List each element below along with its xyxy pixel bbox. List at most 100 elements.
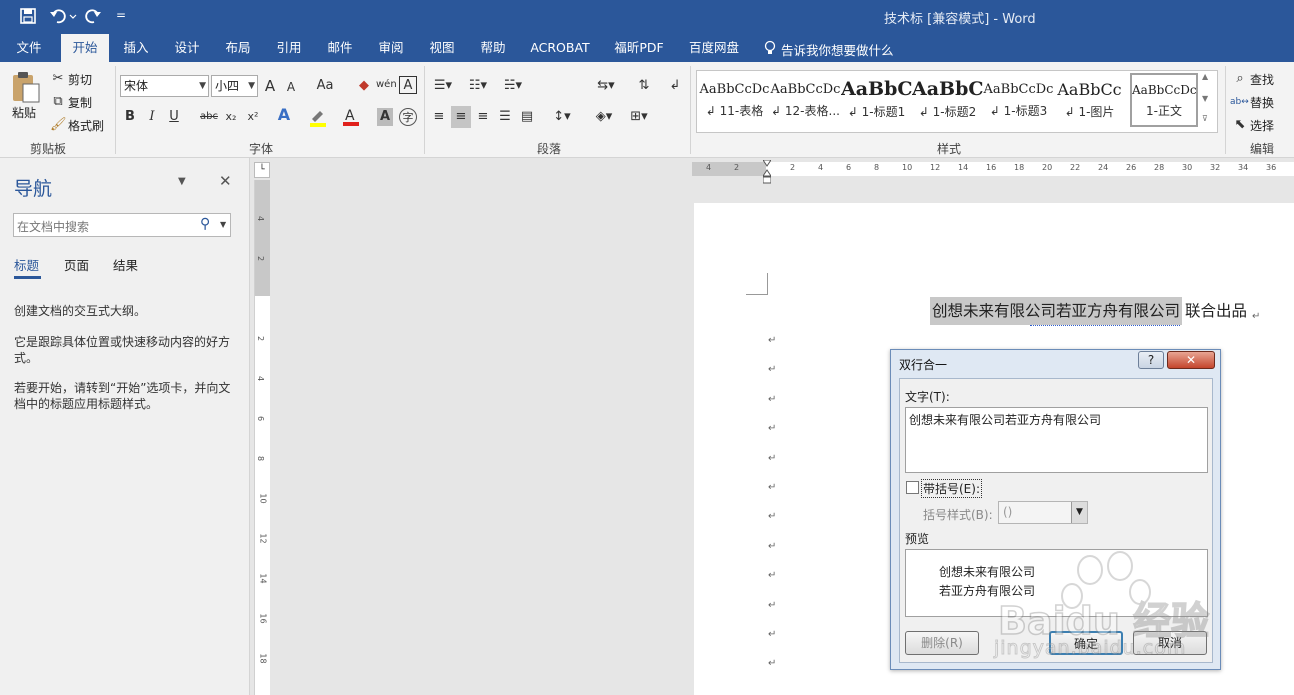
bullets-icon[interactable]: ☰▾	[430, 77, 456, 95]
numbering-icon[interactable]: ☷▾	[465, 77, 491, 95]
tab-file[interactable]: 文件	[6, 34, 52, 62]
style-item[interactable]: AaBbCcDc ↲ 12-表格...	[770, 72, 841, 129]
nav-options-icon[interactable]: ▼	[178, 176, 186, 187]
ruler-number: 2	[256, 335, 266, 342]
bold-button[interactable]: B	[122, 108, 138, 126]
styles-scroll-up-icon[interactable]: ▲	[1202, 72, 1208, 81]
tab-foxit-pdf[interactable]: 福昕PDF	[606, 34, 672, 62]
format-painter-icon: 🖌	[50, 117, 67, 132]
close-icon[interactable]: ✕	[219, 172, 232, 190]
dialog-close-button[interactable]: ✕	[1167, 351, 1215, 369]
ok-button-label: 确定	[1073, 637, 1098, 651]
paste-icon[interactable]	[10, 70, 42, 104]
text-effects-icon[interactable]: A	[276, 106, 292, 124]
font-color-icon[interactable]: A	[342, 107, 360, 127]
clear-format-icon[interactable]: ◆	[355, 77, 373, 95]
tab-review[interactable]: 审阅	[368, 34, 414, 62]
redo-icon[interactable]	[84, 7, 102, 25]
strikethrough-button[interactable]: abc	[198, 108, 220, 126]
enclose-char-icon[interactable]: 字	[399, 108, 417, 126]
bracket-checkbox[interactable]	[906, 481, 919, 494]
italic-button[interactable]: I	[144, 108, 160, 126]
cut-button[interactable]: 剪切	[68, 71, 92, 88]
tab-mailings[interactable]: 邮件	[317, 34, 363, 62]
tab-insert[interactable]: 插入	[113, 34, 159, 62]
superscript-button[interactable]: x²	[244, 108, 262, 126]
style-item-selected[interactable]: AaBbCcDc 1-正文	[1130, 73, 1198, 127]
chevron-down-icon[interactable]: ▼	[220, 220, 226, 229]
chevron-down-icon[interactable]: ▼	[1071, 502, 1087, 523]
align-right-icon[interactable]: ≡	[474, 108, 492, 126]
char-border-icon[interactable]: A	[399, 76, 417, 94]
tab-help[interactable]: 帮助	[470, 34, 516, 62]
undo-icon[interactable]	[49, 7, 77, 25]
highlight-color-icon[interactable]	[308, 107, 328, 127]
align-left-icon[interactable]: ≡	[430, 108, 448, 126]
ok-button[interactable]: 确定	[1049, 631, 1123, 655]
align-center-icon[interactable]: ≡	[451, 106, 471, 128]
grow-font-icon[interactable]: A	[262, 77, 278, 95]
tab-view[interactable]: 视图	[419, 34, 465, 62]
show-marks-icon[interactable]: ↲	[667, 77, 683, 95]
nav-tab-results[interactable]: 结果	[113, 255, 138, 274]
tab-design[interactable]: 设计	[164, 34, 210, 62]
selected-text[interactable]: 创想未来有限公司若亚方舟有限公司	[930, 297, 1183, 325]
nav-tab-pages[interactable]: 页面	[64, 255, 89, 274]
style-item[interactable]: AaBbCcDc ↲ 1-标题3	[983, 72, 1054, 129]
style-item[interactable]: AaBbC ↲ 1-标题1	[841, 72, 912, 129]
subscript-button[interactable]: x₂	[222, 108, 240, 126]
change-case-icon[interactable]: Aa	[311, 77, 339, 95]
style-item[interactable]: AaBbCc ↲ 1-图片	[1054, 72, 1125, 129]
sort-icon[interactable]: ⇅	[634, 77, 654, 95]
find-button[interactable]: 查找	[1250, 71, 1274, 88]
combine-characters-dialog[interactable]: 双行合一 ? ✕ 文字(T): 创想未来有限公司若亚方舟有限公司 带括号(E):…	[890, 349, 1221, 670]
style-item[interactable]: AaBbCcDc ↲ 11-表格	[699, 72, 770, 129]
shrink-font-icon[interactable]: A	[284, 78, 298, 96]
replace-button[interactable]: 替换	[1250, 94, 1274, 111]
nav-search-box[interactable]: 在文档中搜索 ⚲ ▼	[13, 213, 231, 237]
cancel-button[interactable]: 取消	[1133, 631, 1207, 655]
nav-tab-headings[interactable]: 标题	[14, 255, 39, 274]
paragraph-mark: ↵	[768, 658, 777, 670]
customize-qat-icon[interactable]: =	[116, 8, 126, 22]
tab-stop-selector[interactable]: └	[254, 162, 270, 178]
search-input[interactable]: 在文档中搜索	[17, 218, 89, 235]
select-button[interactable]: 选择	[1250, 117, 1274, 134]
ruler-number: 14	[258, 573, 268, 584]
bracket-style-select[interactable]: () ▼	[998, 501, 1088, 524]
borders-icon[interactable]: ⊞▾	[626, 108, 652, 126]
tab-baidu-netdisk[interactable]: 百度网盘	[682, 34, 746, 62]
save-icon[interactable]	[19, 7, 37, 25]
underline-button[interactable]: U	[166, 108, 182, 126]
justify-icon[interactable]: ☰	[496, 108, 514, 126]
shading-icon[interactable]: ◈▾	[591, 108, 617, 126]
multilevel-list-icon[interactable]: ☵▾	[500, 77, 526, 95]
tab-acrobat[interactable]: ACROBAT	[526, 34, 594, 62]
font-name-combo[interactable]: 宋体 ▼	[120, 75, 209, 97]
tab-home[interactable]: 开始	[61, 34, 109, 62]
paste-button[interactable]: 粘贴	[12, 104, 36, 121]
tell-me-box[interactable]: 告诉我你想要做什么	[781, 40, 894, 59]
decrease-indent-icon[interactable]: ⇆▾	[593, 77, 619, 95]
styles-scroll-down-icon[interactable]: ▼	[1202, 94, 1208, 103]
line-spacing-icon[interactable]: ↕▾	[548, 108, 576, 126]
bracket-checkbox-label[interactable]: 带括号(E):	[921, 479, 982, 498]
font-size-combo[interactable]: 小四 ▼	[211, 75, 258, 97]
style-item[interactable]: AaBbC ↲ 1-标题2	[912, 72, 983, 129]
document-text[interactable]: 联合出品	[1185, 297, 1247, 325]
tab-references[interactable]: 引用	[266, 34, 312, 62]
dialog-help-button[interactable]: ?	[1138, 351, 1164, 369]
styles-more-icon[interactable]: ⊽	[1202, 114, 1208, 123]
delete-button[interactable]: 删除(R)	[905, 631, 979, 655]
lightbulb-icon	[763, 40, 777, 56]
copy-button[interactable]: 复制	[68, 94, 92, 111]
preview-label: 预览	[905, 532, 930, 546]
tab-layout[interactable]: 布局	[215, 34, 261, 62]
char-shading-icon[interactable]: A	[377, 108, 393, 126]
ruler-number: 6	[256, 415, 266, 422]
format-painter-button[interactable]: 格式刷	[68, 117, 104, 134]
search-icon[interactable]: ⚲	[200, 216, 210, 232]
text-input[interactable]: 创想未来有限公司若亚方舟有限公司	[905, 407, 1208, 473]
phonetic-guide-icon[interactable]: wén	[376, 76, 397, 94]
distributed-icon[interactable]: ▤	[518, 108, 536, 126]
